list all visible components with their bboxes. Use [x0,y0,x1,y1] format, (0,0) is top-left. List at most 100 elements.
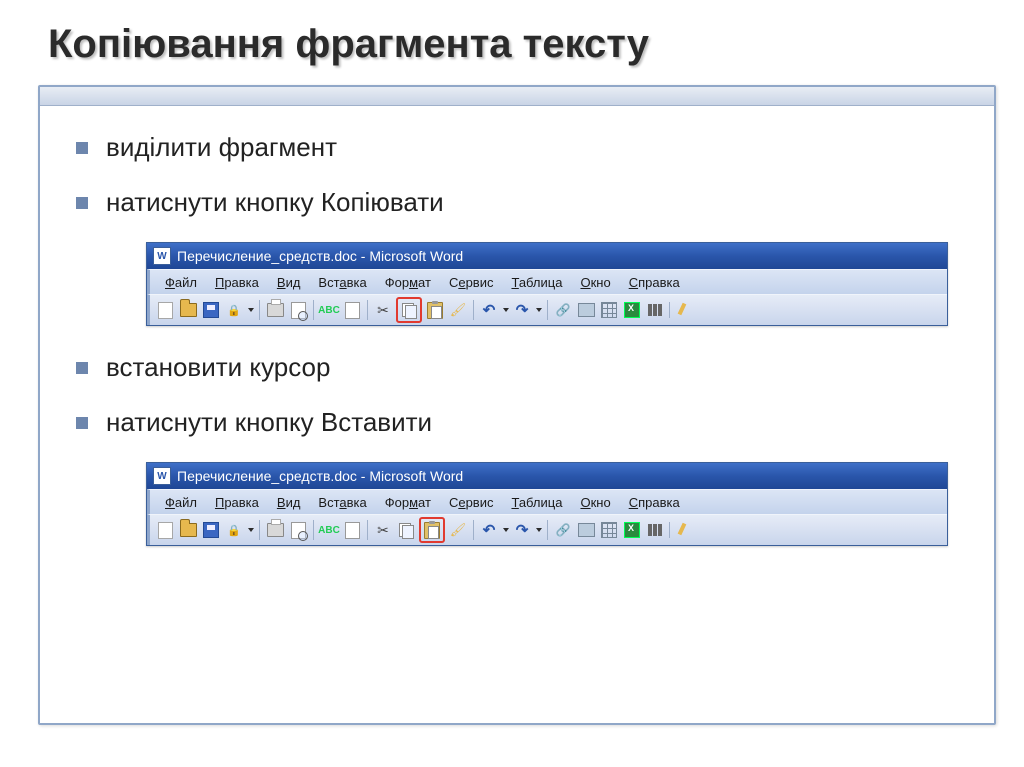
permission-icon[interactable]: 🔒 [224,300,244,320]
dropdown-icon[interactable] [536,528,542,532]
insert-excel-icon[interactable] [622,300,642,320]
insert-table-icon[interactable] [599,300,619,320]
menu-help[interactable]: Справка [620,272,689,293]
menu-window[interactable]: Окно [571,492,619,513]
menu-help[interactable]: Справка [620,492,689,513]
slide: Копіювання фрагмента тексту виділити фра… [0,0,1024,767]
research-icon[interactable] [342,300,362,320]
panel-chrome [40,87,994,106]
print-preview-icon[interactable] [288,520,308,540]
format-painter-icon[interactable]: 🖌 [448,300,468,320]
format-painter-icon[interactable]: 🖌 [448,520,468,540]
undo-icon[interactable]: ↶ [479,520,499,540]
separator-icon [473,300,474,320]
menu-file[interactable]: Файл [156,492,206,513]
hyperlink-icon[interactable]: 🔗 [553,520,573,540]
columns-icon[interactable] [645,520,665,540]
word-toolbar: 🔒 ABC ✂ 🖌 ↶ ↷ [147,514,947,545]
menu-format[interactable]: Формат [376,272,440,293]
menu-table[interactable]: Таблица [502,492,571,513]
columns-icon[interactable] [645,300,665,320]
menu-insert[interactable]: Вставка [309,492,375,513]
word-menubar[interactable]: Файл Правка Вид Вставка Формат Сервис Та… [147,269,947,294]
paste-icon[interactable] [425,300,445,320]
menu-view[interactable]: Вид [268,272,310,293]
word-toolbar: 🔒 ABC ✂ 🖌 ↶ ↷ [147,294,947,325]
hyperlink-icon[interactable]: 🔗 [553,300,573,320]
cut-icon[interactable]: ✂ [373,520,393,540]
research-icon[interactable] [342,520,362,540]
spellcheck-icon[interactable]: ABC [319,520,339,540]
tables-borders-icon[interactable] [576,520,596,540]
step-1: виділити фрагмент [76,132,966,163]
open-icon[interactable] [178,300,198,320]
new-icon[interactable] [155,300,175,320]
dropdown-icon[interactable] [503,308,509,312]
separator-icon [547,300,548,320]
menu-view[interactable]: Вид [268,492,310,513]
step-2: натиснути кнопку Копіювати [76,187,966,218]
insert-excel-icon[interactable] [622,520,642,540]
drawing-icon[interactable] [674,300,694,320]
step-4: натиснути кнопку Вставити [76,407,966,438]
insert-table-icon[interactable] [599,520,619,540]
menu-file[interactable]: Файл [156,272,206,293]
word-titlebar: W Перечисление_средств.doc - Microsoft W… [147,243,947,269]
new-icon[interactable] [155,520,175,540]
word-title-text: Перечисление_средств.doc - Microsoft Wor… [177,248,463,264]
word-app-icon: W [153,467,171,485]
panel-content: виділити фрагмент натиснути кнопку Копію… [40,106,994,592]
menu-insert[interactable]: Вставка [309,272,375,293]
paste-icon[interactable] [422,520,442,540]
undo-icon[interactable]: ↶ [479,300,499,320]
content-panel: виділити фрагмент натиснути кнопку Копію… [38,85,996,725]
word-app-icon: W [153,247,171,265]
dropdown-icon[interactable] [248,308,254,312]
separator-icon [669,522,670,538]
menu-service[interactable]: Сервис [440,492,503,513]
permission-icon[interactable]: 🔒 [224,520,244,540]
save-icon[interactable] [201,300,221,320]
word-menubar[interactable]: Файл Правка Вид Вставка Формат Сервис Та… [147,489,947,514]
separator-icon [473,520,474,540]
separator-icon [259,520,260,540]
print-icon[interactable] [265,300,285,320]
paste-highlight [419,517,445,543]
drawing-icon[interactable] [674,520,694,540]
step-3: встановити курсор [76,352,966,383]
menu-table[interactable]: Таблица [502,272,571,293]
separator-icon [547,520,548,540]
separator-icon [259,300,260,320]
separator-icon [367,300,368,320]
steps-list: виділити фрагмент натиснути кнопку Копію… [76,132,966,218]
separator-icon [313,520,314,540]
copy-highlight [396,297,422,323]
spellcheck-icon[interactable]: ABC [319,300,339,320]
print-preview-icon[interactable] [288,300,308,320]
word-screenshot-copy: W Перечисление_средств.doc - Microsoft W… [146,242,948,326]
separator-icon [367,520,368,540]
copy-icon[interactable] [396,520,416,540]
open-icon[interactable] [178,520,198,540]
dropdown-icon[interactable] [536,308,542,312]
menu-edit[interactable]: Правка [206,492,268,513]
tables-borders-icon[interactable] [576,300,596,320]
word-screenshot-paste: W Перечисление_средств.doc - Microsoft W… [146,462,948,546]
menu-window[interactable]: Окно [571,272,619,293]
dropdown-icon[interactable] [503,528,509,532]
cut-icon[interactable]: ✂ [373,300,393,320]
save-icon[interactable] [201,520,221,540]
redo-icon[interactable]: ↷ [512,300,532,320]
word-titlebar: W Перечисление_средств.doc - Microsoft W… [147,463,947,489]
dropdown-icon[interactable] [248,528,254,532]
menu-edit[interactable]: Правка [206,272,268,293]
print-icon[interactable] [265,520,285,540]
menu-format[interactable]: Формат [376,492,440,513]
redo-icon[interactable]: ↷ [512,520,532,540]
word-title-text: Перечисление_средств.doc - Microsoft Wor… [177,468,463,484]
menu-service[interactable]: Сервис [440,272,503,293]
steps-list-2: встановити курсор натиснути кнопку Встав… [76,352,966,438]
separator-icon [313,300,314,320]
slide-title: Копіювання фрагмента тексту [48,22,996,67]
copy-icon[interactable] [399,300,419,320]
